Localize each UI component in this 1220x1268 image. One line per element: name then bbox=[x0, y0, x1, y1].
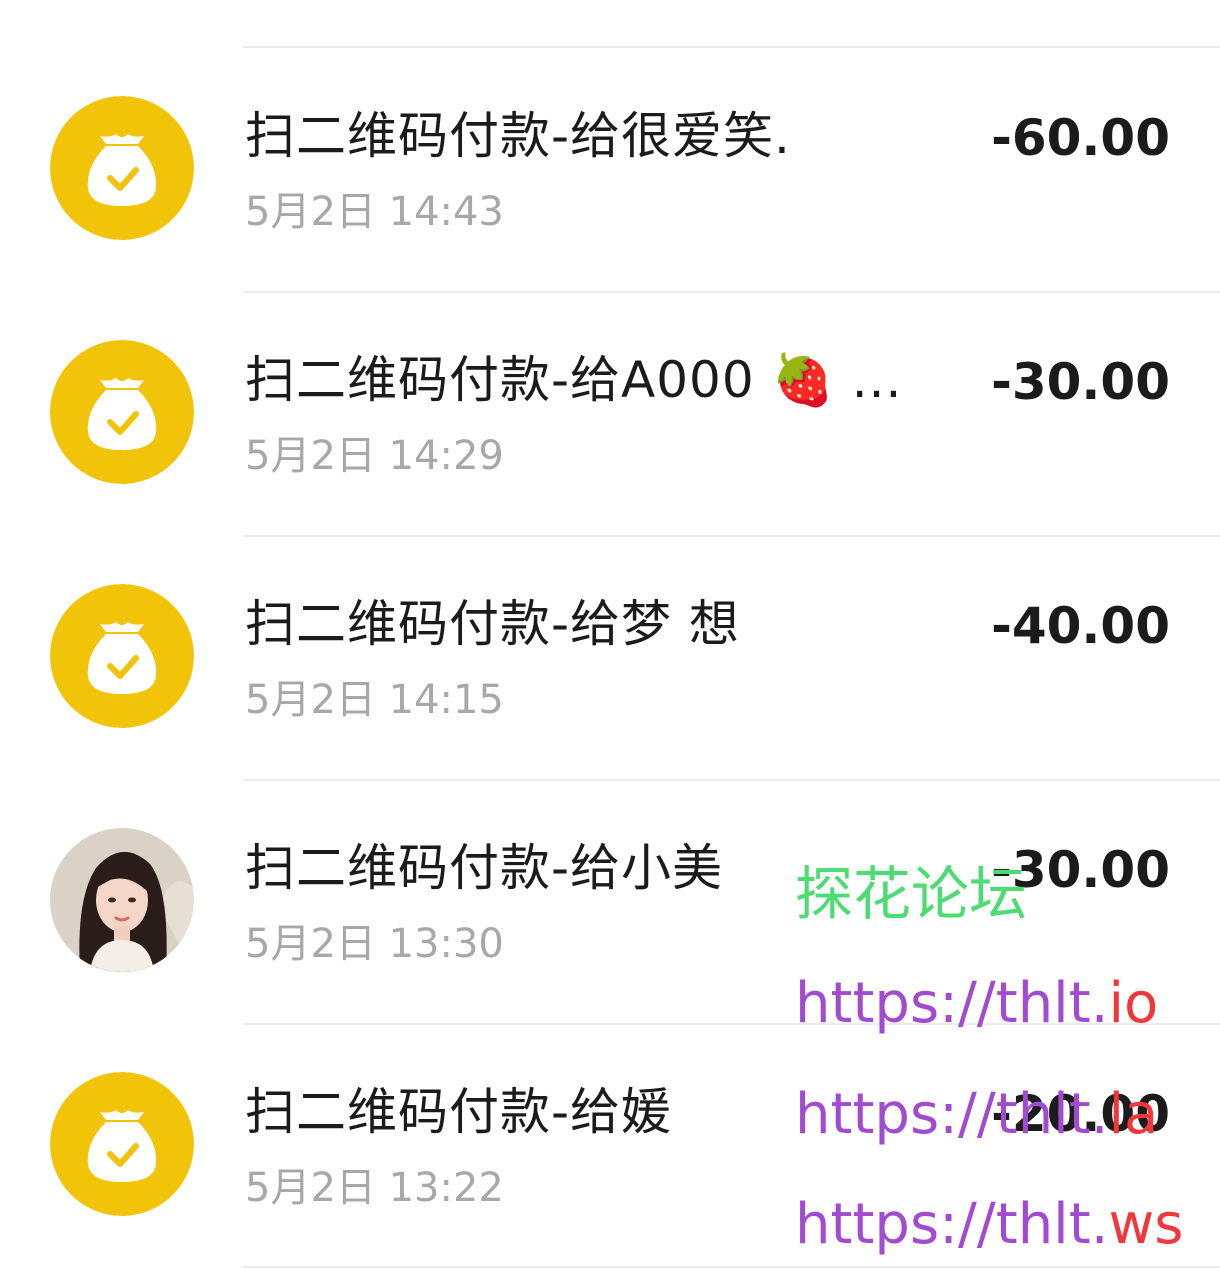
transaction-title: 扫二维码付款-给A000 🍓 ... bbox=[245, 351, 903, 409]
money-bag-check-icon bbox=[50, 340, 194, 484]
transaction-title: 扫二维码付款-给很爱笑. bbox=[245, 107, 791, 165]
transaction-title: 扫二维码付款-给媛 bbox=[245, 1083, 673, 1141]
transaction-row[interactable]: 扫二维码付款-给媛 5月2日 13:22 -20.00 bbox=[0, 1024, 1220, 1268]
money-bag-check-icon bbox=[50, 584, 194, 728]
user-photo-avatar bbox=[50, 828, 194, 972]
transaction-row[interactable]: 扫二维码付款-给很爱笑. 5月2日 14:43 -60.00 bbox=[0, 48, 1220, 292]
transaction-time: 5月2日 14:15 bbox=[245, 677, 504, 723]
transaction-amount: -40.00 bbox=[991, 597, 1170, 655]
transaction-amount: -20.00 bbox=[991, 1085, 1170, 1143]
money-bag-check-icon bbox=[50, 1072, 194, 1216]
transaction-time: 5月2日 13:30 bbox=[245, 921, 504, 967]
transaction-time: 5月2日 13:22 bbox=[245, 1165, 504, 1211]
transaction-title: 扫二维码付款-给小美 bbox=[245, 839, 724, 897]
transaction-title: 扫二维码付款-给梦 想 bbox=[245, 595, 740, 653]
transaction-row[interactable]: 扫二维码付款-给小美 5月2日 13:30 -30.00 bbox=[0, 780, 1220, 1024]
transaction-time: 5月2日 14:43 bbox=[245, 189, 504, 235]
transaction-time: 5月2日 14:29 bbox=[245, 433, 504, 479]
transaction-amount: -60.00 bbox=[991, 109, 1170, 167]
money-bag-check-icon bbox=[50, 96, 194, 240]
transaction-row[interactable]: 扫二维码付款-给梦 想 5月2日 14:15 -40.00 bbox=[0, 536, 1220, 780]
transaction-amount: -30.00 bbox=[991, 841, 1170, 899]
transaction-row[interactable]: 扫二维码付款-给A000 🍓 ... 5月2日 14:29 -30.00 bbox=[0, 292, 1220, 536]
transaction-amount: -30.00 bbox=[991, 353, 1170, 411]
